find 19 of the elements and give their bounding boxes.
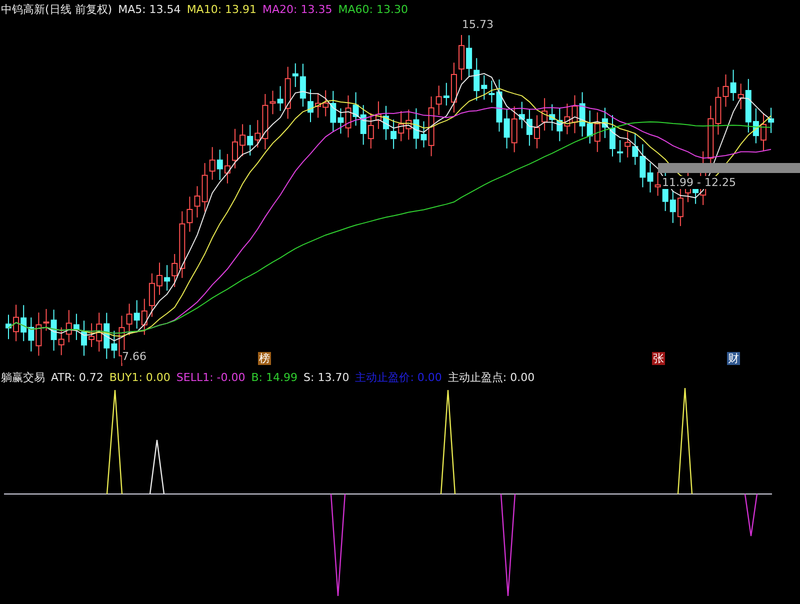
ma-value: MA10: 13.91	[186, 2, 257, 16]
event-tag[interactable]: 财	[727, 352, 740, 365]
ma-value: MA60: 13.30	[338, 2, 408, 16]
event-tag[interactable]: 张	[652, 352, 665, 365]
ma-value: MA20: 13.35	[262, 2, 332, 16]
stock-title: 中钨高新(日线 前复权)	[1, 2, 112, 16]
indicator-value: SELL1: -0.00	[176, 370, 246, 384]
indicator-value: BUY1: 0.00	[109, 370, 170, 384]
indicator-title: 躺赢交易	[1, 370, 45, 384]
indicator-value: 主动止盈价: 0.00	[355, 370, 442, 384]
indicator-value: 主动止盈点: 0.00	[448, 370, 535, 384]
event-tag[interactable]: 榜	[258, 352, 271, 365]
ma-value: MA5: 13.54	[118, 2, 181, 16]
price-range-label: 11.99 - 12.25	[662, 176, 736, 189]
low-price-label: 7.66	[122, 350, 146, 363]
indicator-value: ATR: 0.72	[51, 370, 104, 384]
indicator-value: B: 14.99	[251, 370, 298, 384]
indicator-value: S: 13.70	[304, 370, 350, 384]
high-price-label: 15.73	[462, 18, 494, 31]
